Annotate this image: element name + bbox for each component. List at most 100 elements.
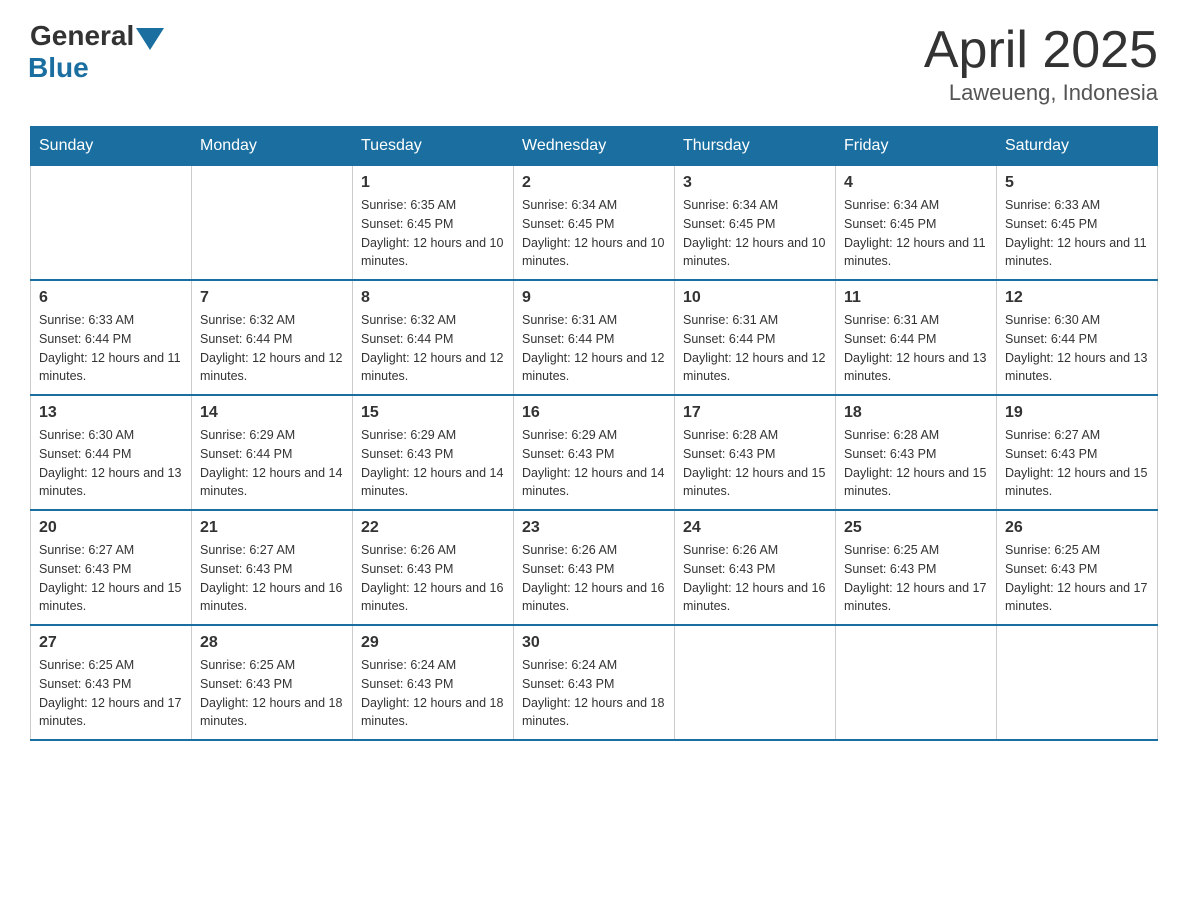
day-number: 13 [39, 404, 183, 422]
calendar-table: SundayMondayTuesdayWednesdayThursdayFrid… [30, 126, 1158, 741]
calendar-cell: 17 Sunrise: 6:28 AMSunset: 6:43 PMDayligh… [675, 395, 836, 510]
weekday-header-friday: Friday [836, 127, 997, 166]
day-info: Sunrise: 6:32 AMSunset: 6:44 PMDaylight:… [200, 311, 344, 386]
day-info: Sunrise: 6:31 AMSunset: 6:44 PMDaylight:… [522, 311, 666, 386]
day-number: 5 [1005, 174, 1149, 192]
day-number: 30 [522, 634, 666, 652]
day-number: 11 [844, 289, 988, 307]
day-number: 24 [683, 519, 827, 537]
calendar-cell: 18 Sunrise: 6:28 AMSunset: 6:43 PMDayligh… [836, 395, 997, 510]
day-number: 20 [39, 519, 183, 537]
day-number: 12 [1005, 289, 1149, 307]
day-info: Sunrise: 6:31 AMSunset: 6:44 PMDaylight:… [683, 311, 827, 386]
day-number: 29 [361, 634, 505, 652]
calendar-cell: 23 Sunrise: 6:26 AMSunset: 6:43 PMDayligh… [514, 510, 675, 625]
day-number: 26 [1005, 519, 1149, 537]
calendar-cell: 6 Sunrise: 6:33 AMSunset: 6:44 PMDaylight… [31, 280, 192, 395]
day-info: Sunrise: 6:29 AMSunset: 6:43 PMDaylight:… [522, 426, 666, 501]
day-number: 14 [200, 404, 344, 422]
weekday-header-tuesday: Tuesday [353, 127, 514, 166]
day-number: 16 [522, 404, 666, 422]
day-info: Sunrise: 6:25 AMSunset: 6:43 PMDaylight:… [1005, 541, 1149, 616]
day-number: 8 [361, 289, 505, 307]
calendar-week-row: 27Sunrise: 6:25 AMSunset: 6:43 PMDayligh… [31, 625, 1158, 740]
day-number: 22 [361, 519, 505, 537]
day-info: Sunrise: 6:33 AMSunset: 6:45 PMDaylight:… [1005, 196, 1149, 271]
calendar-cell [31, 166, 192, 281]
day-number: 19 [1005, 404, 1149, 422]
calendar-cell: 8 Sunrise: 6:32 AMSunset: 6:44 PMDaylight… [353, 280, 514, 395]
day-number: 4 [844, 174, 988, 192]
day-number: 23 [522, 519, 666, 537]
day-number: 7 [200, 289, 344, 307]
day-info: Sunrise: 6:28 AMSunset: 6:43 PMDaylight:… [844, 426, 988, 501]
calendar-cell: 3 Sunrise: 6:34 AMSunset: 6:45 PMDaylight… [675, 166, 836, 281]
calendar-week-row: 6 Sunrise: 6:33 AMSunset: 6:44 PMDaylight… [31, 280, 1158, 395]
logo-blue-text: Blue [28, 52, 89, 84]
calendar-cell: 27Sunrise: 6:25 AMSunset: 6:43 PMDayligh… [31, 625, 192, 740]
day-info: Sunrise: 6:26 AMSunset: 6:43 PMDaylight:… [361, 541, 505, 616]
calendar-week-row: 20 Sunrise: 6:27 AMSunset: 6:43 PMDayligh… [31, 510, 1158, 625]
calendar-cell: 26 Sunrise: 6:25 AMSunset: 6:43 PMDayligh… [997, 510, 1158, 625]
calendar-cell: 2 Sunrise: 6:34 AMSunset: 6:45 PMDaylight… [514, 166, 675, 281]
day-info: Sunrise: 6:34 AMSunset: 6:45 PMDaylight:… [844, 196, 988, 271]
calendar-cell: 14Sunrise: 6:29 AMSunset: 6:44 PMDayligh… [192, 395, 353, 510]
logo-general-text: General [30, 20, 134, 52]
calendar-cell: 24 Sunrise: 6:26 AMSunset: 6:43 PMDayligh… [675, 510, 836, 625]
day-number: 1 [361, 174, 505, 192]
calendar-cell: 20 Sunrise: 6:27 AMSunset: 6:43 PMDayligh… [31, 510, 192, 625]
weekday-header-sunday: Sunday [31, 127, 192, 166]
calendar-cell: 5 Sunrise: 6:33 AMSunset: 6:45 PMDaylight… [997, 166, 1158, 281]
day-info: Sunrise: 6:34 AMSunset: 6:45 PMDaylight:… [683, 196, 827, 271]
day-info: Sunrise: 6:25 AMSunset: 6:43 PMDaylight:… [200, 656, 344, 731]
day-info: Sunrise: 6:30 AMSunset: 6:44 PMDaylight:… [39, 426, 183, 501]
day-number: 2 [522, 174, 666, 192]
calendar-header-row: SundayMondayTuesdayWednesdayThursdayFrid… [31, 127, 1158, 166]
day-info: Sunrise: 6:31 AMSunset: 6:44 PMDaylight:… [844, 311, 988, 386]
weekday-header-wednesday: Wednesday [514, 127, 675, 166]
calendar-week-row: 13 Sunrise: 6:30 AMSunset: 6:44 PMDayligh… [31, 395, 1158, 510]
day-number: 25 [844, 519, 988, 537]
calendar-cell: 25Sunrise: 6:25 AMSunset: 6:43 PMDayligh… [836, 510, 997, 625]
page-header: General Blue April 2025 Laweueng, Indone… [30, 20, 1158, 106]
calendar-cell: 13 Sunrise: 6:30 AMSunset: 6:44 PMDayligh… [31, 395, 192, 510]
logo: General Blue [30, 20, 164, 84]
day-number: 6 [39, 289, 183, 307]
day-info: Sunrise: 6:27 AMSunset: 6:43 PMDaylight:… [39, 541, 183, 616]
day-info: Sunrise: 6:35 AMSunset: 6:45 PMDaylight:… [361, 196, 505, 271]
calendar-cell: 21 Sunrise: 6:27 AMSunset: 6:43 PMDayligh… [192, 510, 353, 625]
calendar-cell [836, 625, 997, 740]
calendar-cell: 15 Sunrise: 6:29 AMSunset: 6:43 PMDayligh… [353, 395, 514, 510]
day-number: 21 [200, 519, 344, 537]
day-info: Sunrise: 6:27 AMSunset: 6:43 PMDaylight:… [1005, 426, 1149, 501]
day-number: 17 [683, 404, 827, 422]
location-subtitle: Laweueng, Indonesia [924, 80, 1158, 106]
weekday-header-thursday: Thursday [675, 127, 836, 166]
calendar-cell: 7 Sunrise: 6:32 AMSunset: 6:44 PMDaylight… [192, 280, 353, 395]
day-info: Sunrise: 6:24 AMSunset: 6:43 PMDaylight:… [522, 656, 666, 731]
calendar-cell: 10Sunrise: 6:31 AMSunset: 6:44 PMDayligh… [675, 280, 836, 395]
day-number: 18 [844, 404, 988, 422]
weekday-header-saturday: Saturday [997, 127, 1158, 166]
day-info: Sunrise: 6:26 AMSunset: 6:43 PMDaylight:… [683, 541, 827, 616]
day-number: 9 [522, 289, 666, 307]
calendar-cell: 9 Sunrise: 6:31 AMSunset: 6:44 PMDaylight… [514, 280, 675, 395]
day-info: Sunrise: 6:29 AMSunset: 6:43 PMDaylight:… [361, 426, 505, 501]
weekday-header-monday: Monday [192, 127, 353, 166]
title-block: April 2025 Laweueng, Indonesia [924, 20, 1158, 106]
day-info: Sunrise: 6:32 AMSunset: 6:44 PMDaylight:… [361, 311, 505, 386]
calendar-cell: 30 Sunrise: 6:24 AMSunset: 6:43 PMDayligh… [514, 625, 675, 740]
day-number: 15 [361, 404, 505, 422]
day-info: Sunrise: 6:24 AMSunset: 6:43 PMDaylight:… [361, 656, 505, 731]
calendar-cell: 16 Sunrise: 6:29 AMSunset: 6:43 PMDayligh… [514, 395, 675, 510]
day-info: Sunrise: 6:33 AMSunset: 6:44 PMDaylight:… [39, 311, 183, 386]
day-info: Sunrise: 6:34 AMSunset: 6:45 PMDaylight:… [522, 196, 666, 271]
day-info: Sunrise: 6:28 AMSunset: 6:43 PMDaylight:… [683, 426, 827, 501]
day-info: Sunrise: 6:26 AMSunset: 6:43 PMDaylight:… [522, 541, 666, 616]
day-number: 3 [683, 174, 827, 192]
calendar-cell: 11 Sunrise: 6:31 AMSunset: 6:44 PMDayligh… [836, 280, 997, 395]
day-info: Sunrise: 6:25 AMSunset: 6:43 PMDaylight:… [39, 656, 183, 731]
day-number: 28 [200, 634, 344, 652]
calendar-cell: 29 Sunrise: 6:24 AMSunset: 6:43 PMDayligh… [353, 625, 514, 740]
day-info: Sunrise: 6:27 AMSunset: 6:43 PMDaylight:… [200, 541, 344, 616]
